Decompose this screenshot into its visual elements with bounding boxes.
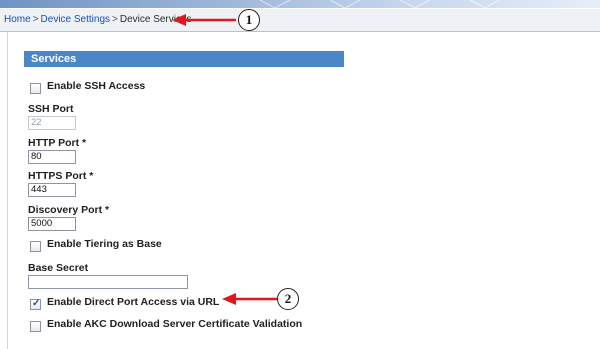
enable-tiering-checkbox[interactable] <box>30 241 41 252</box>
callout-1-badge: 1 <box>238 9 260 31</box>
content-left-border <box>7 32 8 349</box>
http-port-label: HTTP Port * <box>28 137 87 149</box>
https-port-field[interactable]: 443 <box>28 183 76 197</box>
breadcrumb-home-link[interactable]: Home <box>4 14 31 25</box>
banner-decoration <box>259 0 501 8</box>
ssh-port-label: SSH Port <box>28 103 74 115</box>
breadcrumb-separator: > <box>112 14 118 25</box>
https-port-label: HTTPS Port * <box>28 170 94 182</box>
enable-tiering-label: Enable Tiering as Base <box>47 238 162 250</box>
http-port-field[interactable]: 80 <box>28 150 76 164</box>
direct-port-access-checkbox[interactable]: ✓ <box>30 298 41 310</box>
callout-1-arrow <box>172 14 236 26</box>
base-secret-label: Base Secret <box>28 262 89 274</box>
breadcrumb-separator: > <box>32 14 39 25</box>
direct-port-access-label: Enable Direct Port Access via URL <box>47 296 220 308</box>
akc-validation-label: Enable AKC Download Server Certificate V… <box>47 318 303 330</box>
checkmark-icon: ✓ <box>32 298 41 309</box>
services-panel-header: Services <box>24 51 344 67</box>
callout-2-badge: 2 <box>277 288 299 310</box>
enable-ssh-label: Enable SSH Access <box>47 80 146 92</box>
breadcrumb-device-settings-link[interactable]: Device Settings <box>41 14 110 25</box>
enable-ssh-checkbox[interactable] <box>30 83 41 94</box>
ssh-port-field[interactable]: 22 <box>28 116 76 130</box>
akc-validation-checkbox[interactable] <box>30 321 41 332</box>
top-banner <box>0 0 600 8</box>
base-secret-field[interactable] <box>28 275 188 289</box>
discovery-port-field[interactable]: 5000 <box>28 217 76 231</box>
breadcrumb: Home > Device Settings > Device Services <box>0 9 600 32</box>
discovery-port-label: Discovery Port * <box>28 204 110 216</box>
callout-2-arrow <box>222 293 280 305</box>
